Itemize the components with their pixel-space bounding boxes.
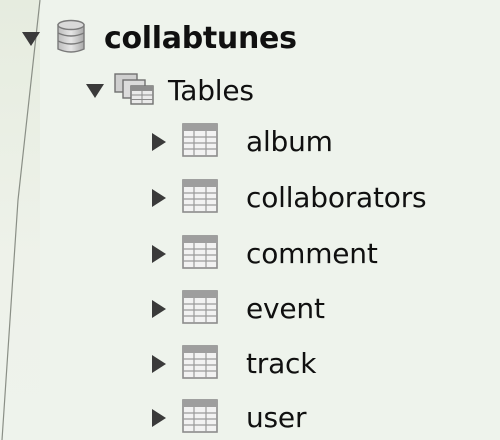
table-icon [182,235,218,273]
table-label: track [246,347,317,380]
tables-folder-label: Tables [168,74,254,107]
collapsed-arrow-icon[interactable] [152,133,166,151]
table-label: comment [246,237,378,270]
collapsed-arrow-icon[interactable] [152,355,166,373]
table-icon [182,179,218,217]
table-label: user [246,401,307,434]
schema-tree-panel: collabtunes Tables album collaborators c… [0,0,500,440]
table-icon [182,290,218,328]
table-icon [182,345,218,383]
tree-node-table-event[interactable]: event [152,287,325,331]
table-icon [182,399,218,437]
table-icon [182,123,218,161]
table-group-icon [114,73,154,109]
tree-node-tables-folder[interactable]: Tables [86,69,254,113]
tree-node-table-track[interactable]: track [152,342,316,386]
schema-tree: collabtunes Tables album collaborators c… [0,0,500,440]
table-label: album [246,125,333,158]
expand-arrow-icon[interactable] [86,84,104,98]
collapsed-arrow-icon[interactable] [152,409,166,427]
table-label: collaborators [246,181,427,214]
tree-node-schema[interactable]: collabtunes [22,17,297,61]
tree-node-table-collaborators[interactable]: collaborators [152,176,427,220]
tree-node-table-album[interactable]: album [152,120,333,164]
expand-arrow-icon[interactable] [22,32,40,46]
tree-node-table-user[interactable]: user [152,396,306,440]
collapsed-arrow-icon[interactable] [152,189,166,207]
table-label: event [246,292,325,325]
collapsed-arrow-icon[interactable] [152,300,166,318]
schema-name: collabtunes [104,21,297,56]
collapsed-arrow-icon[interactable] [152,245,166,263]
tree-node-table-comment[interactable]: comment [152,232,378,276]
database-icon [56,19,86,59]
